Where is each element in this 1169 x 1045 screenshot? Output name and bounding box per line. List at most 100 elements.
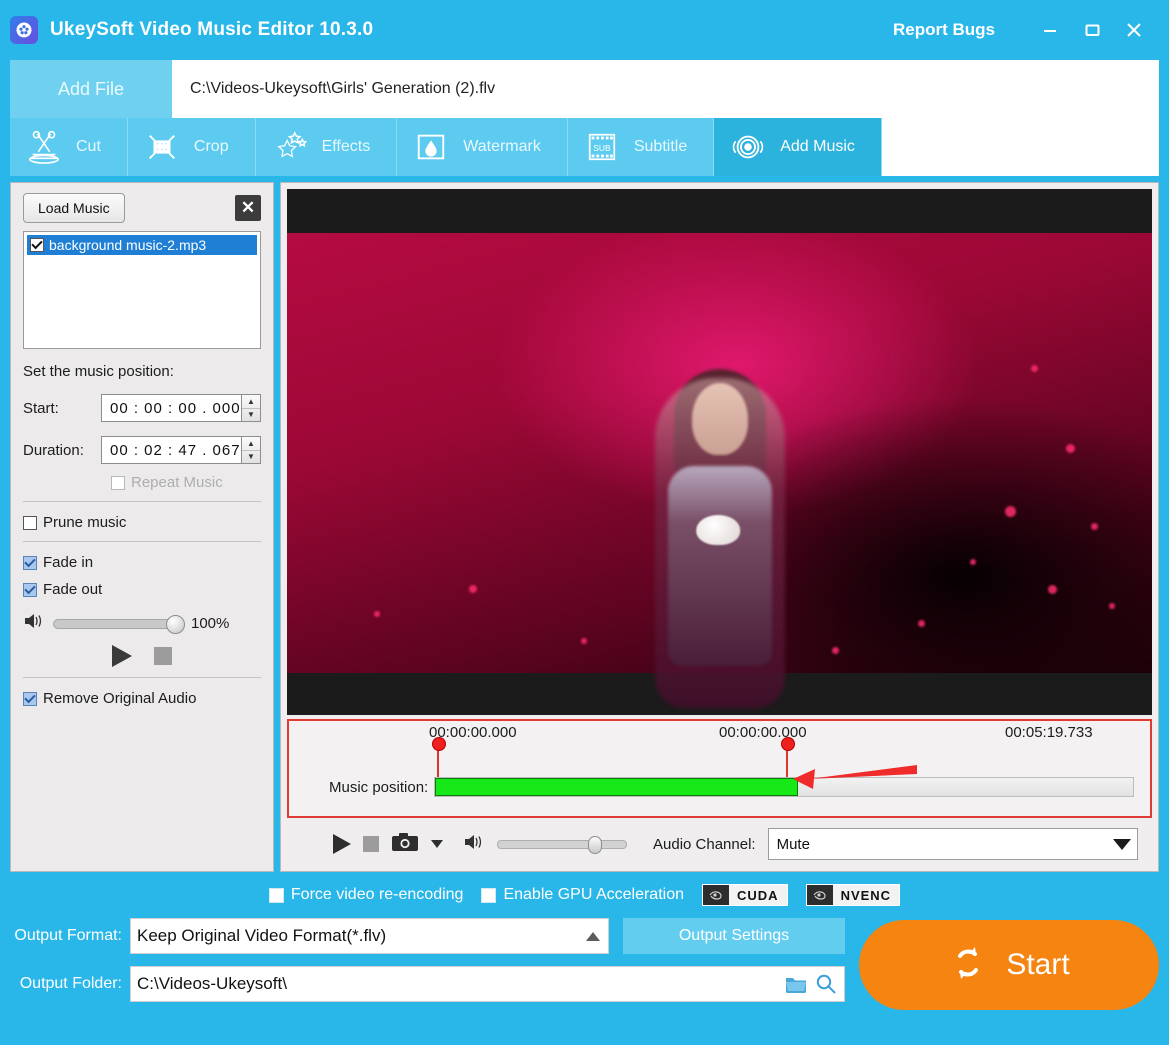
timeline-time-marker: 00:00:00.000 — [719, 724, 807, 742]
tab-add-music[interactable]: Add Music — [714, 118, 882, 176]
stop-icon[interactable] — [363, 836, 379, 853]
maximize-icon[interactable] — [1071, 11, 1113, 49]
add-file-row: Add File C:\Videos-Ukeysoft\Girls' Gener… — [10, 60, 1159, 118]
divider — [23, 501, 261, 502]
music-item-checkbox[interactable] — [30, 238, 44, 252]
caret-down-icon[interactable] — [431, 840, 443, 849]
tab-strip-filler — [881, 118, 1159, 176]
output-format-select[interactable]: Keep Original Video Format(*.flv) — [130, 918, 609, 954]
remove-original-audio-option[interactable]: Remove Original Audio — [23, 690, 261, 707]
magnifier-icon[interactable] — [814, 973, 838, 995]
music-item-label: background music-2.mp3 — [49, 237, 207, 253]
nvidia-icon — [806, 885, 833, 905]
tab-subtitle[interactable]: SUB Subtitle — [567, 118, 715, 176]
timeline-timestamps: 00:00:00.000 00:00:00.000 00:05:19.733 — [289, 721, 1150, 743]
divider — [23, 541, 261, 542]
start-stepper[interactable]: ▲ ▼ — [241, 394, 261, 422]
output-fields: Output Format: Keep Original Video Forma… — [10, 918, 845, 1002]
application-window: UkeySoft Video Music Editor 10.3.0 Repor… — [0, 0, 1169, 1045]
cuda-badge[interactable]: CUDA — [702, 884, 788, 906]
music-target-icon — [728, 128, 768, 166]
report-bugs-link[interactable]: Report Bugs — [893, 20, 995, 40]
duration-field-row: Duration: ▲▼ — [23, 436, 261, 464]
remove-original-audio-checkbox[interactable] — [23, 691, 37, 706]
music-volume-value: 100% — [191, 615, 230, 632]
force-reencoding-checkbox[interactable] — [268, 887, 284, 903]
preview-panel: 00:00:00.000 00:00:00.000 00:05:19.733 M… — [280, 182, 1159, 872]
scissors-icon — [24, 128, 64, 166]
bottom-bar: Force video re-encoding Enable GPU Accel… — [10, 880, 1159, 1010]
start-input[interactable] — [101, 394, 241, 422]
cuda-badge-label: CUDA — [729, 885, 787, 905]
music-volume-slider[interactable] — [53, 614, 185, 634]
video-subject-face — [691, 382, 748, 455]
stop-icon[interactable] — [154, 647, 172, 665]
gpu-acceleration-checkbox[interactable] — [481, 887, 497, 903]
minimize-icon[interactable] — [1029, 11, 1071, 49]
duration-stepper[interactable]: ▲ ▼ — [241, 436, 261, 464]
tab-label: Crop — [193, 138, 229, 155]
main-content: Load Music ✕ background music-2.mp3 Set … — [10, 182, 1159, 872]
camera-icon[interactable] — [391, 831, 419, 858]
watermark-drop-icon — [411, 128, 451, 166]
load-music-button[interactable]: Load Music — [23, 193, 125, 223]
music-position-fill — [435, 778, 799, 797]
title-bar: UkeySoft Video Music Editor 10.3.0 Repor… — [0, 0, 1169, 60]
refresh-cycle-icon — [948, 943, 988, 988]
fade-in-option[interactable]: Fade in — [23, 554, 261, 571]
tab-label: Cut — [76, 138, 101, 155]
music-sidebar: Load Music ✕ background music-2.mp3 Set … — [10, 182, 274, 872]
tab-cut[interactable]: Cut — [10, 118, 128, 176]
nvenc-badge-label: NVENC — [832, 885, 900, 905]
force-reencoding-label: Force video re-encoding — [290, 886, 464, 903]
fade-in-label: Fade in — [43, 554, 94, 571]
tab-crop[interactable]: Crop — [127, 118, 256, 176]
tab-watermark[interactable]: Watermark — [397, 118, 568, 176]
tab-label: Effects — [321, 138, 371, 155]
repeat-music-checkbox[interactable] — [111, 475, 125, 490]
play-icon[interactable] — [112, 645, 132, 667]
start-button[interactable]: Start — [859, 920, 1159, 1010]
gpu-acceleration-option[interactable]: Enable GPU Acceleration — [481, 886, 684, 904]
add-file-button[interactable]: Add File — [10, 60, 172, 118]
video-preview[interactable] — [287, 189, 1152, 716]
preview-volume-slider[interactable] — [497, 835, 627, 854]
output-folder-field[interactable]: C:\Videos-Ukeysoft\ — [130, 966, 845, 1002]
play-icon[interactable] — [333, 834, 351, 855]
list-item[interactable]: background music-2.mp3 — [27, 235, 257, 255]
timeline-time-end: 00:05:19.733 — [1005, 724, 1093, 742]
tab-effects[interactable]: Effects — [255, 118, 398, 176]
prune-music-checkbox[interactable] — [23, 515, 37, 530]
music-position-label: Music position: — [329, 778, 429, 796]
encoding-options-row: Force video re-encoding Enable GPU Accel… — [10, 880, 1159, 910]
gpu-acceleration-label: Enable GPU Acceleration — [503, 886, 684, 903]
folder-open-icon[interactable] — [784, 973, 808, 995]
subtitle-film-icon: SUB — [582, 128, 622, 166]
output-folder-value: C:\Videos-Ukeysoft\ — [137, 974, 287, 993]
chevron-down-icon — [1113, 838, 1131, 850]
repeat-music-option[interactable]: Repeat Music — [23, 474, 261, 491]
sidebar-top-row: Load Music ✕ — [23, 193, 261, 223]
output-settings-button[interactable]: Output Settings — [623, 918, 845, 954]
audio-channel-select[interactable]: Mute — [767, 828, 1138, 861]
fade-out-option[interactable]: Fade out — [23, 581, 261, 598]
close-panel-icon[interactable]: ✕ — [235, 195, 261, 221]
video-subject-dove — [695, 514, 740, 545]
prune-music-label: Prune music — [43, 514, 127, 531]
film-reel-icon — [10, 16, 38, 44]
nvenc-badge[interactable]: NVENC — [805, 884, 901, 906]
sidebar-volume-row: 100% — [23, 612, 261, 635]
fade-out-checkbox[interactable] — [23, 582, 37, 597]
force-reencoding-option[interactable]: Force video re-encoding — [268, 886, 464, 904]
duration-input[interactable] — [101, 436, 241, 464]
speaker-icon — [463, 833, 485, 856]
audio-channel-label: Audio Channel: — [653, 835, 756, 853]
music-list[interactable]: background music-2.mp3 — [23, 231, 261, 349]
music-position-track[interactable] — [434, 777, 1134, 798]
prune-music-option[interactable]: Prune music — [23, 514, 261, 531]
start-button-label: Start — [1006, 948, 1070, 981]
close-icon[interactable] — [1113, 11, 1155, 49]
output-folder-label: Output Folder: — [19, 975, 122, 992]
fade-in-checkbox[interactable] — [23, 555, 37, 570]
tab-label: Add Music — [780, 138, 855, 155]
